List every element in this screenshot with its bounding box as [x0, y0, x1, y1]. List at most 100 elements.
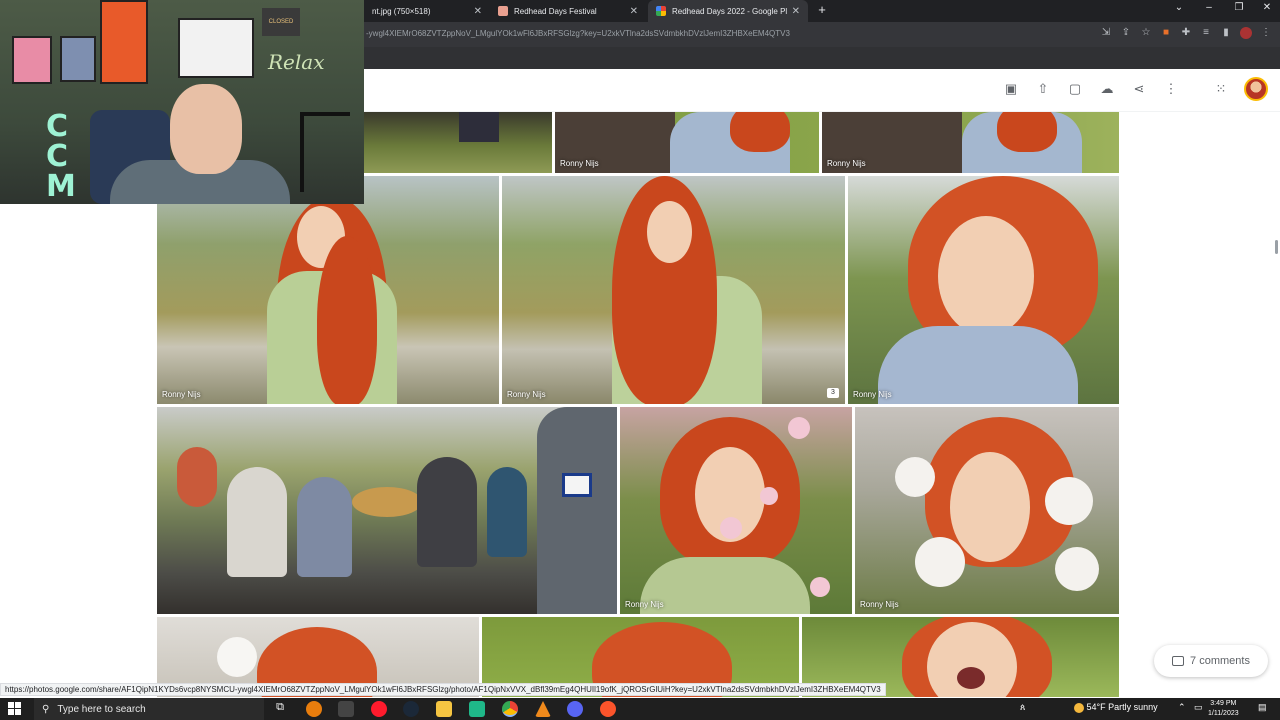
tab-close-icon[interactable]: ✕: [792, 6, 800, 17]
microphone-arm: [300, 112, 350, 192]
page-scrollbar[interactable]: [1272, 112, 1280, 696]
tray-chevron-icon[interactable]: ⌃: [1178, 702, 1186, 713]
photo-detail: [562, 473, 592, 497]
webcam-overlay: CLOSED Relax C C M: [0, 0, 364, 204]
photo-detail: [227, 467, 287, 577]
opera-icon[interactable]: [371, 701, 387, 717]
photo-detail: [760, 487, 778, 505]
chevron-down-icon[interactable]: ⌄: [1164, 2, 1194, 13]
photo-detail: [997, 112, 1057, 152]
share-icon[interactable]: ⋖: [1130, 80, 1148, 98]
photo-credit: Ronny Nijs: [853, 390, 892, 399]
photo-top-left-crowd[interactable]: [364, 112, 552, 173]
tab-title: Redhead Days Festival: [514, 6, 597, 16]
photo-top-right[interactable]: Ronny Nijs: [822, 112, 1119, 173]
account-avatar[interactable]: [1244, 77, 1268, 101]
photo-credit: Ronny Nijs: [625, 600, 664, 609]
photo-detail: [487, 467, 527, 557]
restore-button[interactable]: ❐: [1224, 2, 1254, 13]
wall-poster: [12, 36, 52, 84]
search-icon: ⚲: [42, 703, 50, 715]
more-vert-icon[interactable]: ⋮: [1162, 80, 1180, 98]
weather-widget[interactable]: 54°F Partly sunny: [1074, 702, 1158, 713]
photo-detail: [950, 452, 1030, 562]
photo-detail: [938, 216, 1034, 336]
extension-fox-icon[interactable]: ■: [1160, 27, 1172, 39]
close-window-button[interactable]: ✕: [1252, 2, 1280, 13]
streamer-face: [170, 84, 242, 174]
tab-redhead-days-festival[interactable]: Redhead Days Festival ✕: [490, 0, 646, 22]
star-icon[interactable]: ☆: [1140, 27, 1152, 39]
taskbar-search[interactable]: ⚲ Type here to search: [34, 698, 264, 720]
neon-letters: C C M: [46, 109, 76, 204]
tab-google-photos[interactable]: Redhead Days 2022 - Google Pl ✕: [648, 0, 808, 22]
vlc-icon[interactable]: [535, 701, 551, 717]
photo-redhead-windy[interactable]: Ronny Nijs: [848, 176, 1119, 404]
comments-button[interactable]: 7 comments: [1154, 645, 1268, 677]
photo-crowd-guitar[interactable]: [157, 407, 617, 614]
task-view-icon[interactable]: ⧉: [272, 701, 288, 717]
apps-icon[interactable]: ⁙: [1212, 80, 1230, 98]
photo-detail: [217, 637, 257, 677]
photo-top-middle[interactable]: Ronny Nijs: [555, 112, 819, 173]
photo-redhead-smile[interactable]: Ronny Nijs 3: [502, 176, 845, 404]
photo-redhead-flowers[interactable]: Ronny Nijs: [620, 407, 852, 614]
scrollbar-thumb[interactable]: [1275, 240, 1278, 254]
puzzle-icon[interactable]: ✚: [1180, 27, 1192, 39]
search-placeholder: Type here to search: [57, 703, 146, 715]
network-icon[interactable]: ▭: [1194, 702, 1203, 713]
photo-detail: [720, 517, 742, 539]
photo-detail: [878, 326, 1078, 404]
blender-icon[interactable]: [306, 701, 322, 717]
photo-detail: [957, 667, 985, 689]
comment-icon: [1172, 656, 1185, 666]
comments-label: 7 comments: [1190, 655, 1250, 667]
tab-close-icon[interactable]: ✕: [474, 6, 482, 17]
menu-icon[interactable]: ⋮: [1260, 27, 1272, 39]
photo-redhead-laughing[interactable]: Ronny Nijs: [157, 176, 499, 404]
photo-detail: [352, 487, 422, 517]
file-explorer-icon[interactable]: [436, 701, 452, 717]
minimize-button[interactable]: –: [1194, 2, 1224, 13]
address-bar-actions: ⇲ ⇪ ☆ ■ ✚ ≡ ▮ ⋮: [1100, 27, 1272, 39]
sidebar-icon[interactable]: ▮: [1220, 27, 1232, 39]
photo-detail: [297, 477, 352, 577]
reading-list-icon[interactable]: ≡: [1200, 27, 1212, 39]
notifications-icon[interactable]: ▤: [1258, 702, 1267, 713]
photo-detail: [895, 457, 935, 497]
photo-detail: [537, 407, 617, 614]
brave-icon[interactable]: [600, 701, 616, 717]
chrome-icon[interactable]: [502, 701, 518, 717]
windows-start-icon[interactable]: [8, 702, 22, 716]
people-icon[interactable]: ጰ: [1020, 702, 1025, 713]
photo-detail: [647, 201, 692, 263]
tab-title: Redhead Days 2022 - Google Pl: [672, 6, 788, 16]
windows-taskbar: ⚲ Type here to search ⧉ ጰ 54°F Partly su…: [0, 698, 1280, 720]
photo-credit: Ronny Nijs: [860, 600, 899, 609]
photos-toolbar-actions: ▣ ⇧ ▢ ☁ ⋖ ⋮ ⁙: [1002, 77, 1268, 101]
install-icon[interactable]: ⇲: [1100, 27, 1112, 39]
system-clock[interactable]: 3:49 PM 1/11/2023: [1208, 699, 1239, 719]
profile-icon[interactable]: [1240, 27, 1252, 39]
cloud-download-icon[interactable]: ☁: [1098, 80, 1116, 98]
clock-date: 1/11/2023: [1208, 710, 1239, 717]
photo-detail: [640, 557, 810, 614]
status-url-tooltip: https://photos.google.com/share/AF1QipN1…: [0, 683, 886, 696]
tab-image[interactable]: nt.jpg (750×518) ✕: [364, 0, 490, 22]
share-icon[interactable]: ⇪: [1120, 27, 1132, 39]
photo-detail: [1055, 547, 1099, 591]
photo-detail: [317, 236, 377, 404]
upload-icon[interactable]: ⇧: [1034, 80, 1052, 98]
tab-close-icon[interactable]: ✕: [630, 6, 638, 17]
new-tab-button[interactable]: +: [814, 2, 830, 20]
wall-poster: [178, 18, 254, 78]
app-green-icon[interactable]: [469, 701, 485, 717]
url-field[interactable]: -ywgl4XIEMrO68ZVTZppNoV_LMgulYOk1wFl6JBx…: [366, 29, 790, 38]
discord-icon[interactable]: [567, 701, 583, 717]
steam-icon[interactable]: [403, 701, 419, 717]
shopping-bag-icon[interactable]: ▣: [1002, 80, 1020, 98]
slideshow-icon[interactable]: ▢: [1066, 80, 1084, 98]
photo-redhead-white-flowers[interactable]: Ronny Nijs: [855, 407, 1119, 614]
photo-detail: [177, 447, 217, 507]
calculator-icon[interactable]: [338, 701, 354, 717]
